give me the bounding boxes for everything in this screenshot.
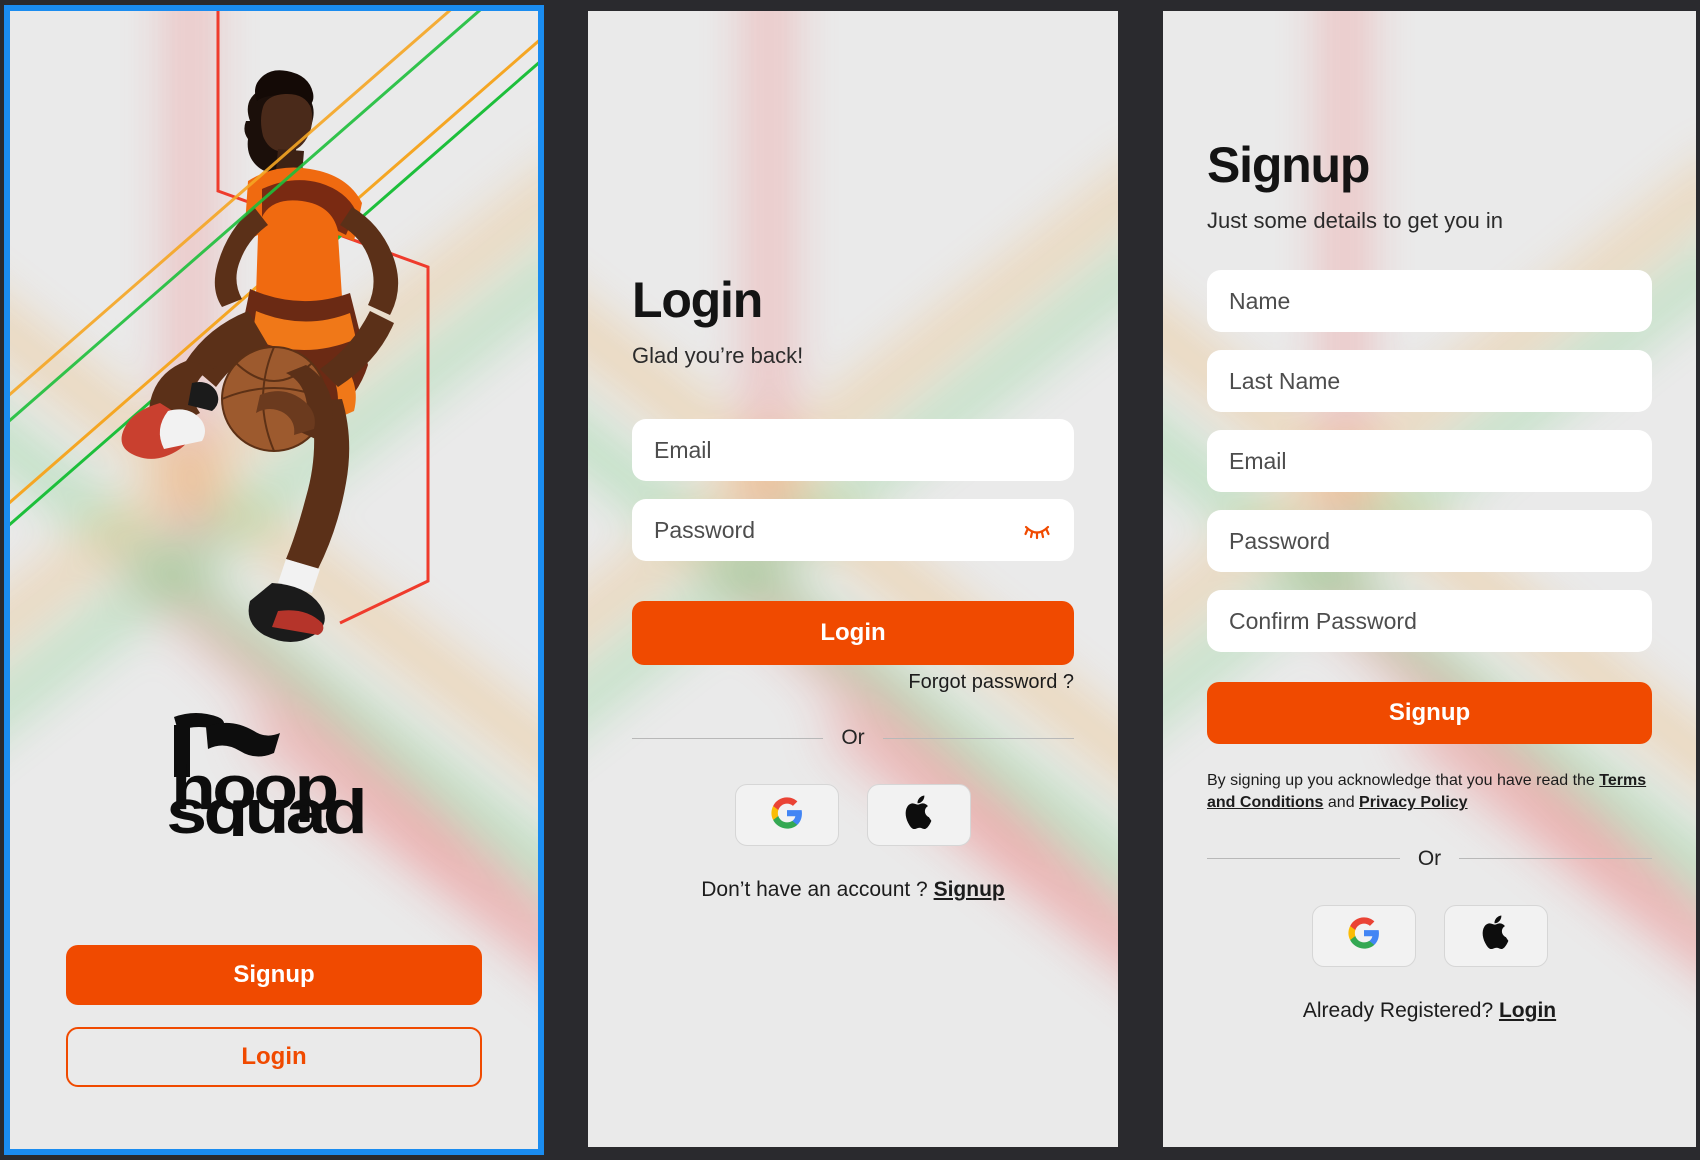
signup-divider: Or — [1207, 846, 1653, 871]
signup-confirm-password-placeholder: Confirm Password — [1229, 607, 1417, 634]
signup-confirm-password-field[interactable]: Confirm Password — [1207, 590, 1652, 652]
google-icon — [770, 796, 804, 835]
signup-terms-text: By signing up you acknowledge that you h… — [1207, 770, 1652, 815]
privacy-policy-link[interactable]: Privacy Policy — [1359, 794, 1468, 811]
welcome-screen: hoop squad Signup Login — [4, 5, 544, 1155]
login-email-field[interactable]: Email — [632, 419, 1074, 481]
signup-email-placeholder: Email — [1229, 447, 1287, 474]
basketball-player-photo — [121, 70, 399, 642]
app-canvas: hoop squad Signup Login Login Glad you’r — [0, 0, 1700, 1160]
login-footer: Don’t have an account ? Signup — [632, 878, 1074, 902]
divider-line-right — [882, 737, 1075, 739]
signup-first-name-field[interactable]: Name — [1207, 270, 1652, 332]
signup-submit-button[interactable]: Signup — [1207, 682, 1652, 744]
login-password-field[interactable]: Password — [632, 499, 1074, 561]
login-social-buttons — [632, 784, 1074, 846]
google-icon — [1347, 916, 1381, 955]
signup-subtitle: Just some details to get you in — [1207, 208, 1503, 233]
welcome-actions: Signup Login — [66, 945, 482, 1087]
login-password-placeholder: Password — [654, 516, 755, 543]
apple-icon — [904, 795, 934, 836]
brand-logo: hoop squad — [10, 711, 538, 836]
login-subtitle: Glad you’re back! — [632, 343, 804, 368]
signup-google-button[interactable] — [1311, 904, 1416, 967]
signup-social-buttons — [1207, 904, 1652, 967]
hoop-squad-logo-icon: hoop squad — [166, 713, 368, 836]
signup-password-placeholder: Password — [1229, 527, 1330, 554]
go-to-login-link[interactable]: Login — [1499, 999, 1556, 1022]
signup-last-name-placeholder: Last Name — [1229, 367, 1341, 394]
login-apple-button[interactable] — [867, 784, 971, 846]
signup-title: Signup — [1207, 137, 1370, 193]
apple-icon — [1481, 915, 1511, 956]
signup-footer: Already Registered? Login — [1207, 999, 1652, 1023]
hero-illustration — [10, 11, 538, 683]
divider-line-left — [632, 737, 824, 739]
forgot-password-link[interactable]: Forgot password ? — [632, 671, 1074, 694]
welcome-login-button[interactable]: Login — [66, 1027, 482, 1087]
divider-line-left — [1207, 858, 1400, 860]
welcome-signup-button[interactable]: Signup — [66, 945, 482, 1005]
signup-first-name-placeholder: Name — [1229, 287, 1291, 314]
terms-conjunction: and — [1327, 794, 1355, 812]
hero-lines-and-player — [10, 11, 538, 642]
signup-last-name-field[interactable]: Last Name — [1207, 350, 1652, 412]
terms-prefix: By signing up you acknowledge that you h… — [1207, 772, 1595, 789]
login-title: Login — [632, 272, 763, 328]
login-submit-button[interactable]: Login — [632, 601, 1074, 665]
login-email-placeholder: Email — [654, 436, 712, 463]
login-google-button[interactable] — [735, 784, 839, 846]
eye-off-icon[interactable] — [1022, 515, 1052, 545]
signup-apple-button[interactable] — [1443, 904, 1548, 967]
signup-footer-text: Already Registered? — [1302, 998, 1494, 1022]
divider-line-right — [1459, 858, 1653, 860]
divider-label: Or — [1417, 846, 1442, 870]
login-divider: Or — [632, 726, 1075, 750]
go-to-signup-link[interactable]: Signup — [934, 878, 1005, 901]
divider-label: Or — [841, 726, 865, 749]
svg-text:squad: squad — [166, 778, 364, 836]
login-footer-text: Don’t have an account ? — [701, 878, 928, 901]
login-screen: Login Glad you’re back! Email Password L… — [588, 11, 1118, 1147]
signup-screen: Signup Just some details to get you in N… — [1163, 11, 1696, 1147]
signup-password-field[interactable]: Password — [1207, 510, 1652, 572]
signup-email-field[interactable]: Email — [1207, 430, 1652, 492]
